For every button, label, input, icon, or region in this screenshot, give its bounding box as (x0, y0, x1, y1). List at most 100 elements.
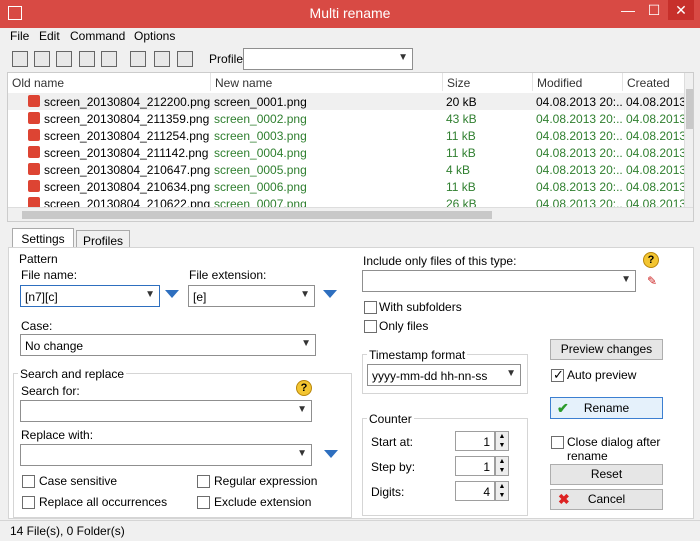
replace-with-label: Replace with: (21, 428, 94, 442)
new-name-cell: screen_0006.png (214, 180, 307, 194)
picture-icon[interactable] (154, 51, 170, 67)
digits-spinner[interactable]: ▲ ▼ (495, 481, 509, 501)
preview-icon[interactable] (130, 51, 146, 67)
timestamp-value: yyyy-mm-dd hh-nn-ss (372, 369, 488, 383)
close-after-rename-checkbox[interactable] (551, 436, 564, 449)
chevron-down-icon: ▼ (145, 289, 155, 300)
step-by-input[interactable]: 1 (455, 456, 495, 476)
table-row[interactable]: screen_20130804_210634.png screen_0006.p… (8, 178, 684, 195)
preview-changes-button[interactable]: Preview changes (550, 339, 663, 360)
step-by-label: Step by: (371, 460, 416, 474)
insert-replace-pattern-icon[interactable] (324, 450, 338, 458)
toolbar: Profile: ▼ (0, 46, 700, 72)
minimize-button[interactable]: — (616, 0, 640, 20)
file-extension-select[interactable]: [e] ▼ (188, 285, 315, 307)
column-modified[interactable]: Modified (533, 73, 623, 91)
replace-all-checkbox[interactable] (22, 496, 35, 509)
column-size[interactable]: Size (443, 73, 533, 91)
case-value: No change (25, 339, 84, 353)
table-row[interactable]: screen_20130804_211359.png screen_0002.p… (8, 110, 684, 127)
table-row[interactable]: screen_20130804_211142.png screen_0004.p… (8, 144, 684, 161)
insert-extension-pattern-icon[interactable] (323, 290, 337, 298)
vertical-scrollbar[interactable] (684, 73, 693, 207)
case-sensitive-checkbox[interactable] (22, 475, 35, 488)
cancel-button[interactable]: ✖ Cancel (550, 489, 663, 510)
image-file-icon (28, 112, 40, 124)
only-files-label: Only files (379, 319, 429, 333)
reset-button[interactable]: Reset (550, 464, 663, 485)
table-row[interactable]: screen_20130804_212200.png screen_0001.p… (8, 93, 684, 110)
size-cell: 11 kB (446, 180, 476, 194)
sort-icon[interactable] (79, 51, 95, 67)
with-subfolders-checkbox[interactable] (364, 301, 377, 314)
search-for-input[interactable]: ▼ (20, 400, 312, 422)
start-at-spinner[interactable]: ▲ ▼ (495, 431, 509, 451)
search-replace-title: Search and replace (18, 367, 127, 381)
case-select[interactable]: No change ▼ (20, 334, 316, 356)
cancel-label: Cancel (587, 492, 626, 506)
menu-edit[interactable]: Edit (39, 29, 60, 43)
created-cell: 04.08.2013 2... (626, 112, 684, 126)
scrollbar-thumb[interactable] (686, 89, 693, 129)
chevron-down-icon: ▼ (621, 274, 631, 285)
scrollbar-thumb[interactable] (22, 211, 492, 219)
digits-input[interactable]: 4 (455, 481, 495, 501)
start-at-value: 1 (483, 435, 490, 449)
menu-options[interactable]: Options (134, 29, 175, 43)
created-cell: 04.08.2013 2... (626, 180, 684, 194)
rename-button[interactable]: ✔ Rename (550, 397, 663, 419)
new-name-cell: screen_0004.png (214, 146, 307, 160)
counter-title: Counter (367, 412, 414, 426)
modified-cell: 04.08.2013 20:... (536, 180, 623, 194)
horizontal-scrollbar[interactable] (8, 207, 693, 221)
column-old-name[interactable]: Old name (8, 73, 211, 91)
title-bar: Multi rename — ☐ ✕ (0, 0, 700, 28)
case-label: Case: (21, 319, 53, 333)
help-icon[interactable]: ? (643, 252, 659, 268)
replace-with-input[interactable]: ▼ (20, 444, 312, 466)
modified-cell: 04.08.2013 20:... (536, 163, 623, 177)
exclude-extension-checkbox[interactable] (197, 496, 210, 509)
edit-icon[interactable] (101, 51, 117, 67)
column-new-name[interactable]: New name (211, 73, 443, 91)
created-cell: 04.08.2013 2... (626, 146, 684, 160)
close-button[interactable]: ✕ (668, 0, 694, 20)
add-folder-icon[interactable] (34, 51, 50, 67)
new-name-cell: screen_0001.png (214, 95, 307, 109)
help-icon[interactable]: ? (296, 380, 312, 396)
chevron-down-icon: ▼ (297, 404, 307, 415)
menu-command[interactable]: Command (70, 29, 125, 43)
timestamp-select[interactable]: yyyy-mm-dd hh-nn-ss ▼ (367, 364, 521, 386)
start-at-input[interactable]: 1 (455, 431, 495, 451)
include-only-select[interactable]: ▼ (362, 270, 636, 292)
menu-file[interactable]: File (10, 29, 29, 43)
old-name-cell: screen_20130804_210647.png (44, 163, 211, 177)
insert-pattern-icon[interactable] (165, 290, 179, 298)
table-row[interactable]: screen_20130804_210647.png screen_0005.p… (8, 161, 684, 178)
step-by-spinner[interactable]: ▲ ▼ (495, 456, 509, 476)
maximize-button[interactable]: ☐ (644, 0, 664, 20)
window-title: Multi rename (309, 5, 391, 21)
file-extension-value: [e] (193, 290, 207, 304)
add-files-icon[interactable] (12, 51, 28, 67)
size-cell: 43 kB (446, 112, 477, 126)
step-by-value: 1 (483, 460, 490, 474)
regex-checkbox[interactable] (197, 475, 210, 488)
only-files-checkbox[interactable] (364, 320, 377, 333)
search-for-label: Search for: (21, 384, 80, 398)
size-cell: 11 kB (446, 146, 476, 160)
profile-select[interactable]: ▼ (243, 48, 413, 70)
modified-cell: 04.08.2013 20:... (536, 146, 623, 160)
image-file-icon (28, 146, 40, 158)
file-name-select[interactable]: [n7][c] ▼ (20, 285, 160, 307)
status-bar: 14 File(s), 0 Folder(s) (0, 520, 700, 541)
table-row[interactable]: screen_20130804_211254.png screen_0003.p… (8, 127, 684, 144)
remove-icon[interactable] (56, 51, 72, 67)
column-created[interactable]: Created (623, 73, 685, 91)
info-icon[interactable] (177, 51, 193, 67)
filter-pin-icon[interactable]: ✎ (647, 274, 657, 288)
auto-preview-checkbox[interactable] (551, 367, 564, 383)
settings-panel: Pattern File name: [n7][c] ▼ File extens… (8, 247, 694, 519)
case-sensitive-label: Case sensitive (39, 474, 118, 488)
tab-settings[interactable]: Settings (12, 228, 74, 248)
